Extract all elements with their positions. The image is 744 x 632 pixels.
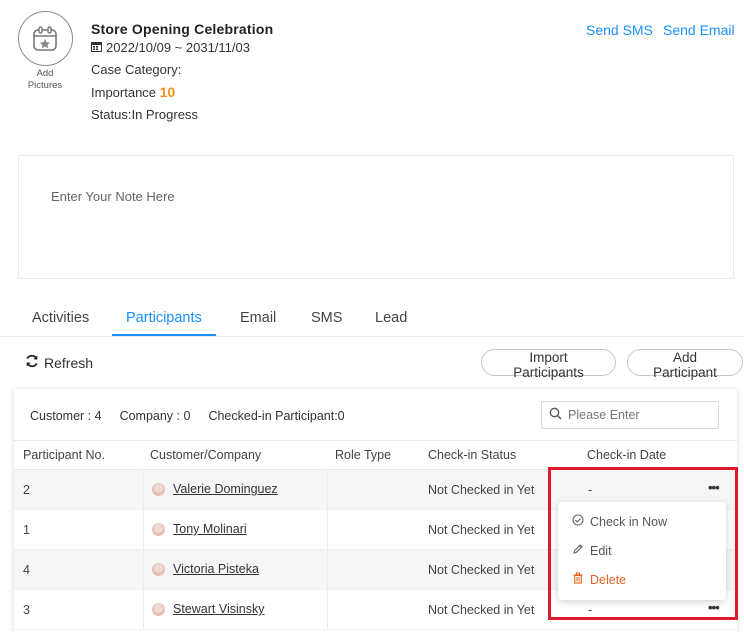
avatar bbox=[152, 602, 165, 616]
case-category: Case Category: bbox=[91, 62, 182, 77]
participant-no: 1 bbox=[23, 523, 30, 537]
add-pictures-label: Add Pictures bbox=[17, 68, 73, 92]
check-in-status: Not Checked in Yet bbox=[428, 563, 535, 577]
summary-bar: Customer : 4 Company : 0 Checked-in Part… bbox=[30, 409, 345, 423]
column-divider bbox=[143, 590, 144, 630]
edit-label: Edit bbox=[590, 543, 612, 558]
search-input[interactable] bbox=[568, 408, 708, 422]
participant-no: 3 bbox=[23, 603, 30, 617]
participant-no: 2 bbox=[23, 483, 30, 497]
send-sms-link[interactable]: Send SMS bbox=[586, 22, 653, 38]
avatar bbox=[152, 562, 165, 576]
add-pictures-button[interactable]: Add Pictures bbox=[17, 11, 73, 92]
importance: Importance 10 bbox=[91, 84, 175, 100]
check-circle-icon bbox=[572, 514, 584, 529]
column-check-in-date: Check-in Date bbox=[587, 448, 667, 462]
check-in-status: Not Checked in Yet bbox=[428, 483, 535, 497]
column-customer-company: Customer/Company bbox=[150, 448, 262, 462]
row-actions-menu: Check in Now Edit Delete bbox=[558, 502, 726, 600]
check-in-date: - bbox=[588, 483, 593, 497]
customer-count: Customer : 4 bbox=[30, 409, 102, 423]
customer-cell: Stewart Visinsky bbox=[152, 602, 264, 616]
column-divider bbox=[327, 470, 328, 510]
importance-value: 10 bbox=[159, 84, 176, 100]
note-input[interactable] bbox=[19, 156, 733, 278]
search-icon bbox=[549, 407, 562, 423]
column-divider bbox=[327, 510, 328, 550]
company-count: Company : 0 bbox=[119, 409, 191, 423]
add-pictures-line-1: Add bbox=[36, 68, 54, 79]
column-participant-no: Participant No. bbox=[23, 448, 105, 462]
customer-link[interactable]: Valerie Dominguez bbox=[173, 482, 278, 496]
edit-item[interactable]: Edit bbox=[572, 543, 612, 558]
tab-participants[interactable]: Participants bbox=[112, 310, 216, 336]
date-range-text: 2022/10/09 ~ 2031/11/03 bbox=[106, 40, 250, 55]
calendar-small-icon bbox=[91, 40, 102, 55]
customer-link[interactable]: Tony Molinari bbox=[173, 522, 247, 536]
tab-bar: Activities Participants Email SMS Lead bbox=[0, 306, 744, 337]
check-in-now-item[interactable]: Check in Now bbox=[572, 514, 667, 529]
column-role-type: Role Type bbox=[335, 448, 392, 462]
participant-no: 4 bbox=[23, 563, 30, 577]
trash-icon bbox=[572, 572, 584, 587]
more-actions-icon[interactable]: ••• bbox=[708, 480, 720, 495]
customer-link[interactable]: Victoria Pisteka bbox=[173, 562, 259, 576]
check-in-status: Not Checked in Yet bbox=[428, 523, 535, 537]
add-participant-button[interactable]: Add Participant bbox=[627, 349, 743, 380]
tab-email[interactable]: Email bbox=[240, 310, 276, 336]
status-text: Status:In Progress bbox=[91, 107, 198, 122]
delete-label: Delete bbox=[590, 572, 627, 587]
customer-cell: Tony Molinari bbox=[152, 522, 247, 536]
customer-cell: Valerie Dominguez bbox=[152, 482, 278, 496]
checked-in-count: Checked-in Participant:0 bbox=[208, 409, 345, 423]
column-divider bbox=[143, 550, 144, 590]
refresh-label: Refresh bbox=[44, 354, 94, 371]
customer-cell: Victoria Pisteka bbox=[152, 562, 259, 576]
column-divider bbox=[327, 550, 328, 590]
customer-link[interactable]: Stewart Visinsky bbox=[173, 602, 264, 616]
more-actions-icon[interactable]: ••• bbox=[708, 600, 720, 615]
column-check-in-status: Check-in Status bbox=[428, 448, 517, 462]
tab-activities[interactable]: Activities bbox=[32, 310, 89, 336]
avatar bbox=[152, 522, 165, 536]
send-email-link[interactable]: Send Email bbox=[663, 22, 735, 38]
search-box[interactable] bbox=[541, 401, 719, 429]
check-in-status: Not Checked in Yet bbox=[428, 603, 535, 617]
tab-lead[interactable]: Lead bbox=[375, 310, 407, 336]
add-pictures-line-2: Pictures bbox=[27, 80, 63, 91]
importance-label: Importance bbox=[91, 85, 157, 100]
import-participants-button[interactable]: Import Participants bbox=[481, 349, 616, 380]
check-in-now-label: Check in Now bbox=[590, 514, 668, 529]
refresh-icon bbox=[25, 354, 39, 371]
delete-item[interactable]: Delete bbox=[572, 572, 626, 587]
pencil-icon bbox=[572, 543, 584, 558]
refresh-button[interactable]: Refresh bbox=[25, 354, 93, 371]
check-in-date: - bbox=[588, 603, 593, 617]
tab-sms[interactable]: SMS bbox=[311, 310, 342, 336]
avatar bbox=[152, 482, 165, 496]
column-divider bbox=[143, 470, 144, 510]
column-divider bbox=[327, 590, 328, 630]
calendar-icon bbox=[17, 11, 73, 66]
note-box bbox=[18, 155, 734, 279]
column-divider bbox=[143, 510, 144, 550]
date-range: 2022/10/09 ~ 2031/11/03 bbox=[91, 40, 250, 55]
table-header: Participant No. Customer/Company Role Ty… bbox=[14, 440, 737, 470]
page-title: Store Opening Celebration bbox=[91, 21, 274, 37]
